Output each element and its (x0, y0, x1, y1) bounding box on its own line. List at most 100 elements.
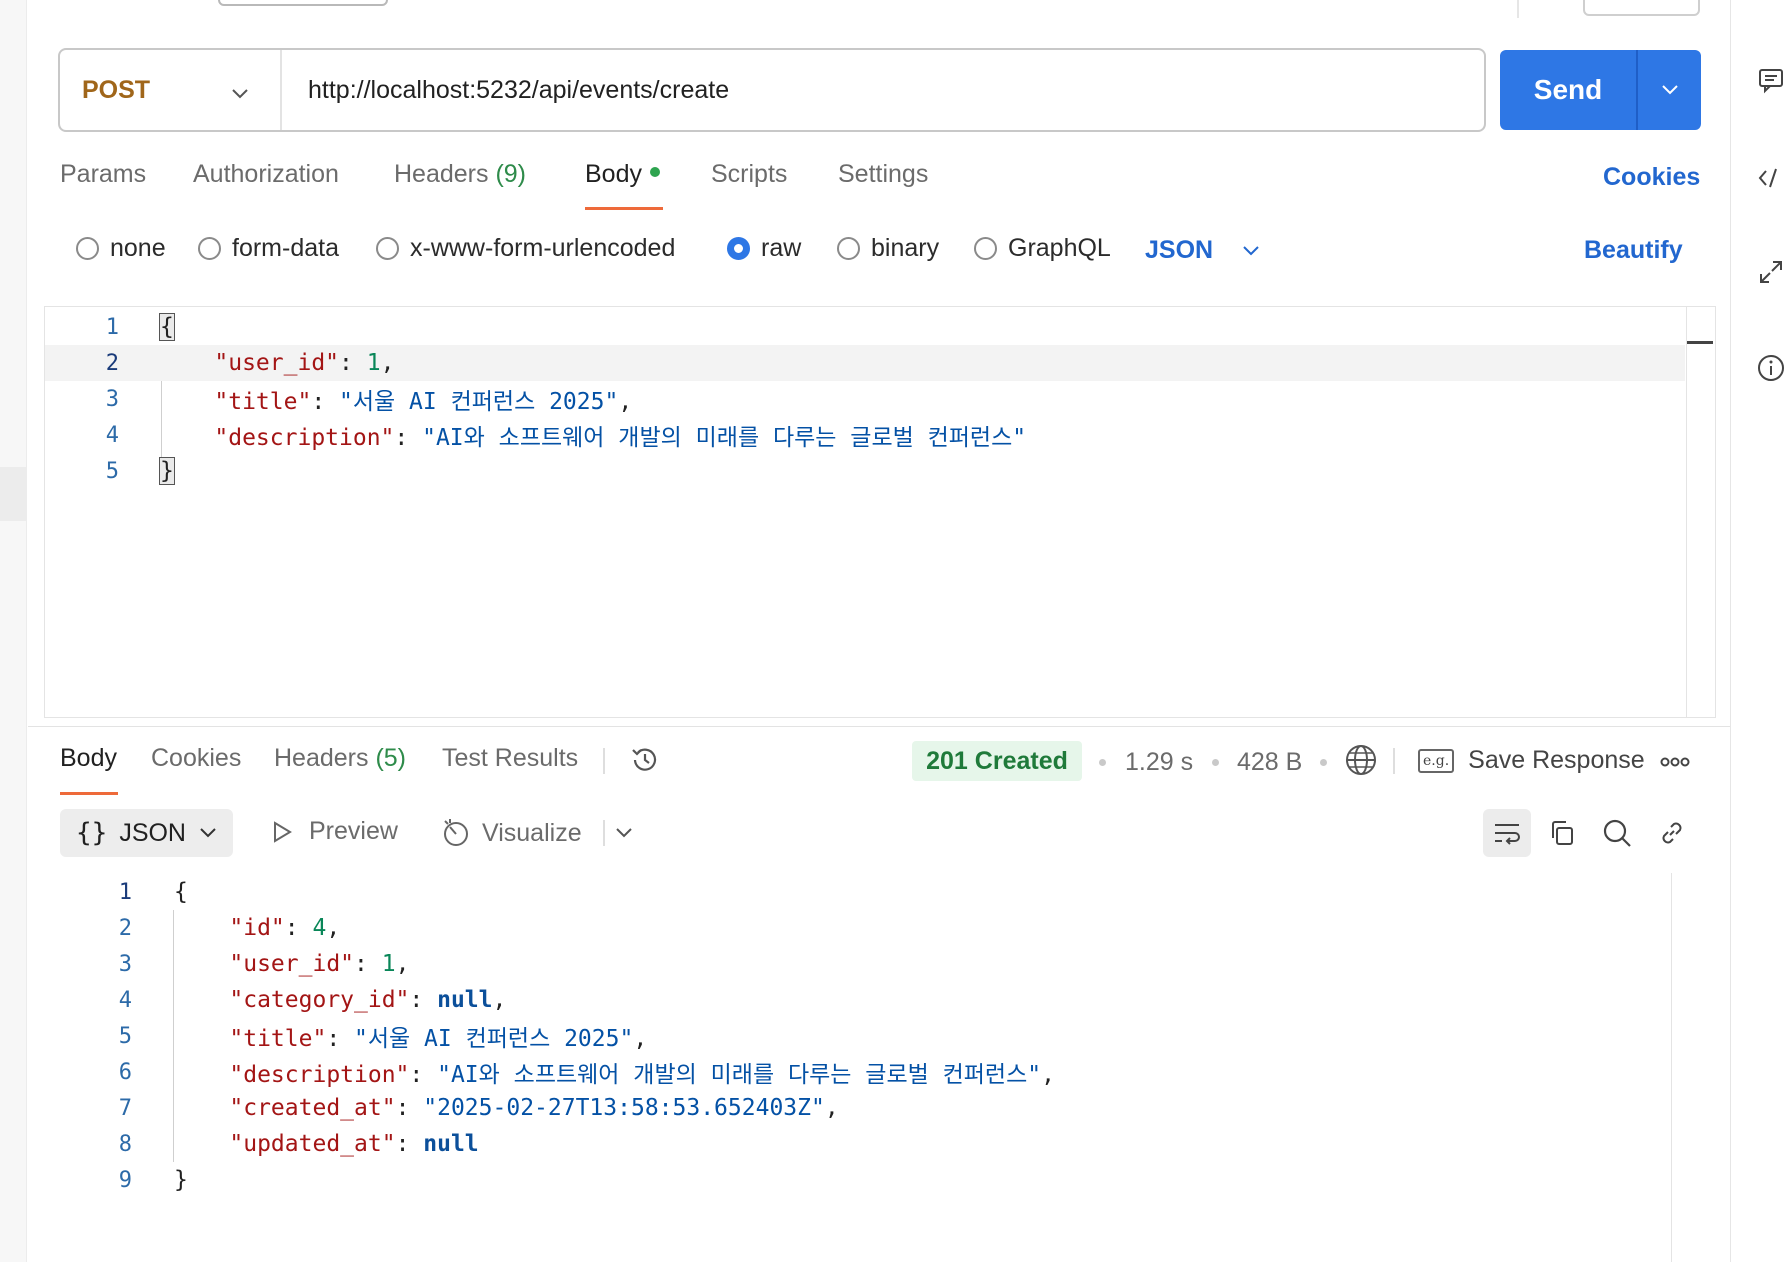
tab-response-cookies[interactable]: Cookies (151, 744, 241, 773)
line-number: 3 (118, 951, 132, 977)
response-line: 7 "created_at": "2025-02-27T13:58:53.652… (60, 1090, 839, 1126)
code-text: "user_id": 1, (214, 350, 395, 376)
response-format-select[interactable]: {} JSON (60, 809, 233, 857)
radio-urlencoded[interactable]: x-www-form-urlencoded (376, 234, 675, 263)
globe-icon[interactable] (1344, 743, 1378, 782)
tab-response-headers[interactable]: Headers (5) (274, 744, 406, 773)
pane-divider[interactable] (28, 726, 1730, 727)
top-clipped-input[interactable] (218, 0, 388, 6)
line-number: 2 (105, 350, 119, 376)
braces-icon: {} (76, 818, 108, 848)
body-format-select[interactable]: JSON (1145, 236, 1261, 265)
code-text: "category_id": null, (229, 987, 507, 1013)
preview-button[interactable]: Preview (269, 817, 398, 846)
response-scrollbar[interactable] (1671, 873, 1699, 1262)
chevron-down-icon (1243, 245, 1259, 255)
response-line: 4 "category_id": null, (60, 982, 507, 1018)
link-icon[interactable] (1648, 809, 1696, 857)
line-number: 3 (105, 386, 119, 412)
editor-scrollbar[interactable] (1686, 307, 1715, 717)
radio-label: x-www-form-urlencoded (410, 234, 676, 262)
radio-circle (974, 237, 997, 260)
right-icon-rail (1730, 0, 1786, 1262)
response-line: 1 { (60, 874, 188, 910)
url-input[interactable] (282, 50, 1484, 130)
chevron-down-icon (200, 828, 216, 838)
visualize-button[interactable]: Visualize (440, 817, 582, 849)
more-icon[interactable] (1660, 755, 1690, 774)
code-icon[interactable] (1755, 162, 1786, 194)
code-text: } (159, 457, 175, 485)
method-label: POST (82, 75, 151, 104)
status-badge[interactable]: 201 Created (912, 741, 1082, 781)
history-icon[interactable] (628, 743, 662, 782)
play-icon (274, 820, 292, 843)
method-select[interactable]: POST (60, 50, 282, 130)
radio-circle (376, 237, 399, 260)
response-size[interactable]: 428 B (1237, 748, 1302, 777)
tab-authorization[interactable]: Authorization (193, 160, 339, 189)
code-line: 3 "title": "서울 AI 컨퍼런스 2025", (45, 381, 1685, 417)
top-divider (1517, 0, 1519, 18)
eg-icon: e.g. (1418, 748, 1455, 773)
top-clipped-button[interactable] (1583, 0, 1700, 16)
code-text: } (174, 1167, 188, 1193)
request-body-editor[interactable]: 1 { 2 "user_id": 1, 3 "title": "서울 AI 컨퍼… (44, 306, 1716, 718)
comment-icon[interactable] (1755, 64, 1786, 96)
line-number: 7 (118, 1095, 132, 1121)
beautify-button[interactable]: Beautify (1584, 236, 1683, 265)
tab-label: Body (585, 160, 642, 188)
code-line: 4 "description": "AI와 소프트웨어 개발의 미래를 다루는 … (45, 417, 1685, 453)
tab-test-results[interactable]: Test Results (442, 744, 578, 773)
line-number: 1 (118, 879, 132, 905)
tab-body[interactable]: Body (585, 160, 660, 189)
search-icon[interactable] (1593, 809, 1641, 857)
copy-icon[interactable] (1538, 809, 1586, 857)
line-number: 4 (105, 422, 119, 448)
active-tab-underline (60, 792, 118, 795)
send-options-button[interactable] (1636, 50, 1701, 130)
chevron-down-icon (230, 79, 250, 108)
code-text: "title": "서울 AI 컨퍼런스 2025", (214, 389, 633, 415)
radio-circle (837, 237, 860, 260)
tab-params[interactable]: Params (60, 160, 146, 189)
line-number: 8 (118, 1131, 132, 1157)
send-button[interactable]: Send (1500, 50, 1636, 130)
response-line: 6 "description": "AI와 소프트웨어 개발의 미래를 다루는 … (60, 1054, 1055, 1090)
save-response-button[interactable]: e.g. Save Response (1418, 746, 1645, 775)
sidebar-tab-hint[interactable] (0, 467, 27, 521)
code-line: 1 { (45, 309, 1685, 345)
radio-label: binary (871, 234, 940, 262)
response-line: 5 "title": "서울 AI 컨퍼런스 2025", (60, 1018, 647, 1054)
radio-graphql[interactable]: GraphQL (974, 234, 1111, 263)
expand-icon[interactable] (1755, 256, 1786, 288)
radio-binary[interactable]: binary (837, 234, 939, 263)
line-number: 6 (118, 1059, 132, 1085)
line-number: 1 (105, 314, 119, 340)
code-text: "updated_at": null (229, 1131, 479, 1157)
radio-label: raw (761, 234, 802, 262)
chevron-down-icon (1661, 85, 1678, 95)
scroll-thumb[interactable] (1687, 341, 1713, 344)
radio-label: GraphQL (1008, 234, 1111, 262)
info-icon[interactable] (1755, 352, 1786, 384)
active-tab-underline (585, 207, 663, 210)
response-time[interactable]: 1.29 s (1125, 748, 1193, 777)
chevron-down-icon[interactable] (614, 826, 634, 845)
wrap-icon[interactable] (1483, 809, 1531, 857)
radio-none[interactable]: none (76, 234, 166, 263)
tab-response-body[interactable]: Body (60, 744, 117, 773)
tab-label: Body (60, 744, 117, 772)
cookies-link[interactable]: Cookies (1603, 163, 1700, 192)
tab-separator (603, 748, 605, 774)
tab-scripts[interactable]: Scripts (711, 160, 787, 189)
radio-raw[interactable]: raw (727, 234, 801, 263)
tab-settings[interactable]: Settings (838, 160, 928, 189)
tab-headers[interactable]: Headers (9) (394, 160, 526, 189)
format-label: JSON (1145, 236, 1214, 264)
radio-form-data[interactable]: form-data (198, 234, 339, 263)
code-text: "description": "AI와 소프트웨어 개발의 미래를 다루는 글로… (229, 1062, 1055, 1088)
meta-separator-line (1393, 748, 1395, 774)
line-number: 9 (118, 1167, 132, 1193)
url-bar: POST (58, 48, 1486, 132)
